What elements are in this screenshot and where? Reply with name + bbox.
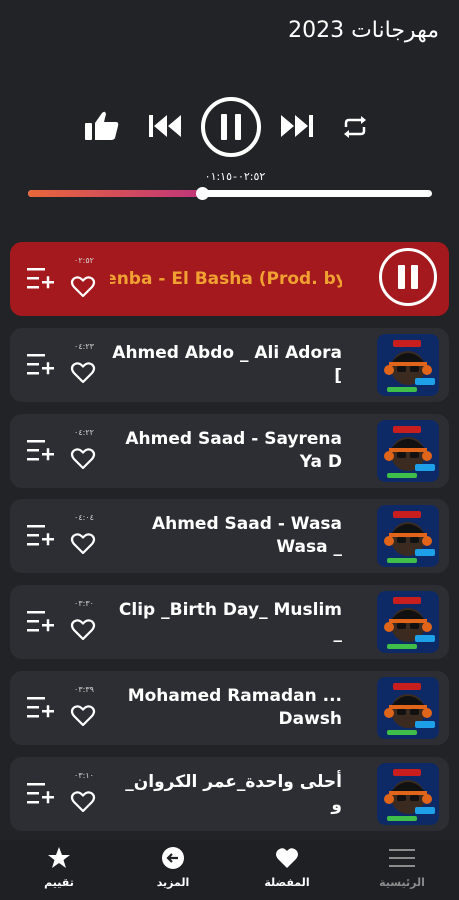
seek-bar-fill [28,190,202,197]
nav-item-label: المزيد [156,876,190,889]
add-to-playlist-icon[interactable] [26,438,56,468]
nav-item[interactable]: الرئيسية [362,846,442,889]
track-row[interactable]: ٠٣:٣٠ Clip _Birth Day_ Muslim _ [10,585,449,660]
track-title: Ahmed Saad - Sayrena Ya D [125,428,342,472]
time-separator: - [233,170,237,183]
track-thumbnail [377,419,439,482]
track-thumbnail [377,676,439,739]
time-readout: ٠٢:٥٢-٠١:١٥ [200,170,270,183]
track-duration: ٠٤:٢٣ [74,342,94,351]
add-to-playlist-icon[interactable] [26,781,56,811]
menu-icon [362,846,442,874]
arrow-left-circle-icon [133,846,213,874]
track-thumbnail [377,334,439,396]
thumbs-up-icon[interactable] [82,108,122,144]
track-title: Ahmed Saad - Wasa Wasa _ [151,514,342,558]
seek-bar[interactable] [28,187,432,200]
favorite-heart-icon[interactable] [70,618,96,646]
star-icon [19,846,99,874]
track-duration: ٠٣:٣٠ [74,599,94,609]
player-controls [80,96,320,158]
add-to-playlist-icon[interactable] [26,523,56,553]
track-pause-icon[interactable] [379,248,437,306]
nav-item-label: الرئيسية [379,876,425,889]
pause-circle-icon[interactable] [200,96,262,158]
add-to-playlist-icon[interactable] [26,695,56,725]
favorite-heart-icon[interactable] [70,447,96,475]
track-thumbnail [377,762,439,825]
current-time: ٠١:١٥ [204,170,232,183]
track-row[interactable]: ٠٣:٣٩ Mohamed Ramadan ... Dawsh [10,670,449,745]
favorite-heart-icon[interactable] [70,275,96,303]
repeat-icon[interactable] [340,112,370,142]
heart-icon [247,846,327,874]
skip-previous-icon[interactable] [146,108,184,144]
track-duration: ٠٣:٣٩ [74,684,94,694]
track-duration: ٠٣:١٠ [74,770,94,780]
favorite-heart-icon[interactable] [70,361,96,389]
track-duration: ٠٢:٥٢ [74,256,94,265]
favorite-heart-icon[interactable] [70,704,96,732]
nav-item[interactable]: المزيد [133,846,213,889]
add-to-playlist-icon[interactable] [26,609,56,639]
page-title: مهرجانات 2023 [288,18,439,43]
track-title: _أحلى واحدة_عمر الكروان و [125,771,342,815]
track-row[interactable]: ٠٤:٠٤ Ahmed Saad - Wasa Wasa _ [10,499,449,574]
total-time: ٠٢:٥٢ [237,170,266,183]
nav-item-label: تقييم [44,876,74,889]
track-thumbnail [377,505,439,568]
track-row[interactable]: ٠٤:٢٣ Ahmed Abdo _ Ali Adora [ [10,328,449,402]
bottom-navigation: تقييم المزيد المفضلة الرئيسية [0,840,459,900]
nav-item[interactable]: تقييم [19,846,99,889]
track-title: Mohamed Ramadan ... Dawsh [127,685,342,729]
track-thumbnail [377,591,439,654]
track-duration: ٠٤:٠٤ [74,513,94,523]
nav-item-label: المفضلة [264,876,310,889]
favorite-heart-icon[interactable] [70,790,96,818]
add-to-playlist-icon[interactable] [26,352,56,382]
seek-bar-thumb[interactable] [195,187,209,200]
track-title: enba - El Basha (Prod. by [110,268,342,289]
track-title: Ahmed Abdo _ Ali Adora [ [112,343,342,386]
track-title: Clip _Birth Day_ Muslim _ [118,600,342,644]
add-to-playlist-icon[interactable] [26,266,56,296]
track-row[interactable]: ٠٣:١٠ _أحلى واحدة_عمر الكروان و [10,756,449,831]
track-row-playing[interactable]: ٠٢:٥٢ enba - El Basha (Prod. by [10,242,449,316]
favorite-heart-icon[interactable] [70,532,96,560]
track-duration: ٠٤:٢٢ [74,427,94,437]
skip-next-icon[interactable] [278,108,316,144]
nav-item[interactable]: المفضلة [247,846,327,889]
track-row[interactable]: ٠٤:٢٢ Ahmed Saad - Sayrena Ya D [10,413,449,488]
